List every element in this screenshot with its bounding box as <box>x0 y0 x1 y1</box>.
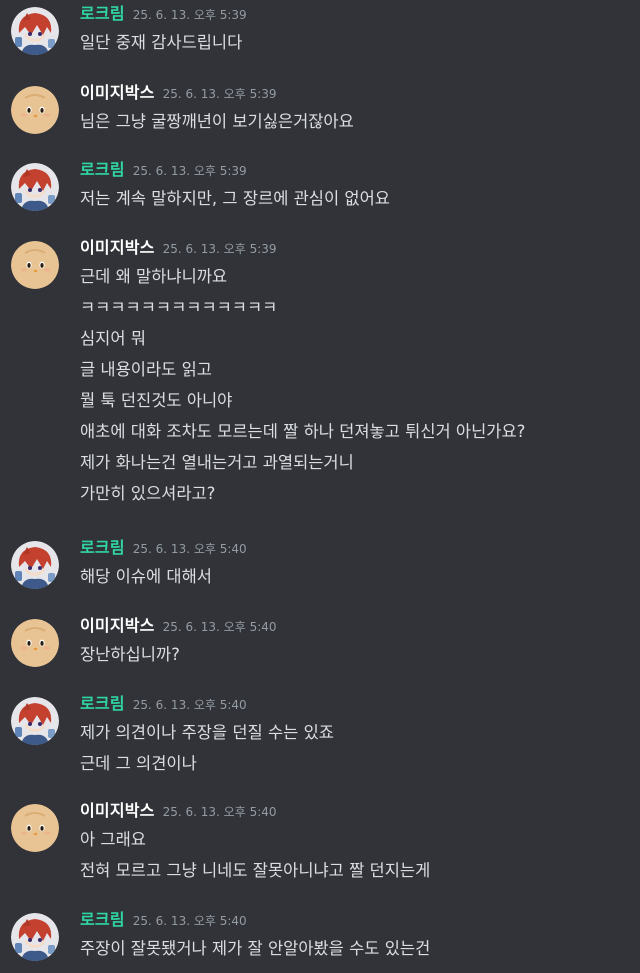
username[interactable]: 로크림 <box>80 156 125 180</box>
username[interactable]: 로크림 <box>80 906 125 930</box>
message-header: 이미지박스 25. 6. 13. 오후 5:39 <box>80 234 277 258</box>
username[interactable]: 로크림 <box>80 534 125 558</box>
message-timestamp[interactable]: 25. 6. 13. 오후 5:40 <box>163 803 277 820</box>
message-timestamp[interactable]: 25. 6. 13. 오후 5:39 <box>163 240 277 257</box>
message-text: 근데 왜 말하냐니까요 <box>80 267 228 286</box>
message-text: 저는 계속 말하지만, 그 장르에 관심이 없어요 <box>80 189 390 208</box>
message-text: 제가 화나는건 열내는거고 과열되는거니 <box>80 453 354 472</box>
red-haired-anime-avatar-icon[interactable] <box>11 541 59 589</box>
message-content: 저는 계속 말하지만, 그 장르에 관심이 없어요 <box>80 183 636 214</box>
message-text: 주장이 잘못됐거나 제가 잘 안알아봤을 수도 있는건 <box>80 939 431 958</box>
message-text: 심지어 뭐 <box>80 329 146 348</box>
username[interactable]: 이미지박스 <box>80 234 155 258</box>
message-text: 제가 의견이나 주장을 던질 수는 있죠 <box>80 723 334 742</box>
message-timestamp[interactable]: 25. 6. 13. 오후 5:40 <box>133 696 247 713</box>
message-content: 해당 이슈에 대해서 <box>80 561 636 592</box>
message-timestamp[interactable]: 25. 6. 13. 오후 5:39 <box>133 6 247 23</box>
message-header: 이미지박스 25. 6. 13. 오후 5:40 <box>80 612 277 636</box>
red-haired-anime-avatar-icon[interactable] <box>11 7 59 55</box>
message-timestamp[interactable]: 25. 6. 13. 오후 5:39 <box>163 85 277 102</box>
message-text: 근데 그 의견이나 <box>80 754 197 773</box>
message-header: 로크림 25. 6. 13. 오후 5:40 <box>80 534 247 558</box>
message-text: 글 내용이라도 읽고 <box>80 360 212 379</box>
red-haired-anime-avatar-icon[interactable] <box>11 697 59 745</box>
message-content: 님은 그냥 굴짱깨년이 보기싫은거잖아요 <box>80 106 636 137</box>
message-content: 근데 왜 말하냐니까요 ㅋㅋㅋㅋㅋㅋㅋㅋㅋㅋㅋㅋㅋ 심지어 뭐글 내용이라도 읽고뭘… <box>80 261 636 509</box>
red-haired-anime-avatar-icon[interactable] <box>11 913 59 961</box>
message-text: 애초에 대화 조차도 모르는데 짤 하나 던져놓고 튀신거 아닌가요? <box>80 422 526 441</box>
smiling-face-avatar-icon[interactable] <box>11 241 59 289</box>
message-text: 일단 중재 감사드립니다 <box>80 33 243 52</box>
message-text: 전혀 모르고 그냥 니네도 잘못아니냐고 짤 던지는게 <box>80 861 431 880</box>
red-haired-anime-avatar-icon[interactable] <box>11 163 59 211</box>
username[interactable]: 이미지박스 <box>80 797 155 821</box>
message-content: 일단 중재 감사드립니다 <box>80 27 636 58</box>
message-text: 해당 이슈에 대해서 <box>80 567 212 586</box>
message-content: 주장이 잘못됐거나 제가 잘 안알아봤을 수도 있는건 <box>80 933 636 964</box>
message-content: 제가 의견이나 주장을 던질 수는 있죠근데 그 의견이나 <box>80 717 636 779</box>
message-timestamp[interactable]: 25. 6. 13. 오후 5:40 <box>133 912 247 929</box>
message-text: ㅋㅋㅋㅋㅋㅋㅋㅋㅋㅋㅋㅋㅋ <box>80 298 278 317</box>
message-timestamp[interactable]: 25. 6. 13. 오후 5:40 <box>163 618 277 635</box>
message-header: 로크림 25. 6. 13. 오후 5:39 <box>80 0 247 24</box>
message-header: 이미지박스 25. 6. 13. 오후 5:39 <box>80 79 277 103</box>
message-text: 가만히 있으셔라고? <box>80 484 216 503</box>
message-header: 로크림 25. 6. 13. 오후 5:40 <box>80 906 247 930</box>
message-content: 아 그래요전혀 모르고 그냥 니네도 잘못아니냐고 짤 던지는게 <box>80 824 636 886</box>
chat-messages-list[interactable]: 로크림 25. 6. 13. 오후 5:39 일단 중재 감사드립니다이미지박스 25… <box>0 0 640 973</box>
message-text: 님은 그냥 굴짱깨년이 보기싫은거잖아요 <box>80 112 354 131</box>
message-text: 뭘 툭 던진것도 아니야 <box>80 391 233 410</box>
username[interactable]: 로크림 <box>80 0 125 24</box>
message-content: 장난하십니까? <box>80 639 636 670</box>
message-header: 로크림 25. 6. 13. 오후 5:40 <box>80 690 247 714</box>
username[interactable]: 이미지박스 <box>80 79 155 103</box>
message-header: 이미지박스 25. 6. 13. 오후 5:40 <box>80 797 277 821</box>
message-text: 아 그래요 <box>80 830 146 849</box>
smiling-face-avatar-icon[interactable] <box>11 619 59 667</box>
message-text: 장난하십니까? <box>80 645 180 664</box>
username[interactable]: 이미지박스 <box>80 612 155 636</box>
message-timestamp[interactable]: 25. 6. 13. 오후 5:39 <box>133 162 247 179</box>
message-timestamp[interactable]: 25. 6. 13. 오후 5:40 <box>133 540 247 557</box>
username[interactable]: 로크림 <box>80 690 125 714</box>
smiling-face-avatar-icon[interactable] <box>11 86 59 134</box>
smiling-face-avatar-icon[interactable] <box>11 804 59 852</box>
message-header: 로크림 25. 6. 13. 오후 5:39 <box>80 156 247 180</box>
